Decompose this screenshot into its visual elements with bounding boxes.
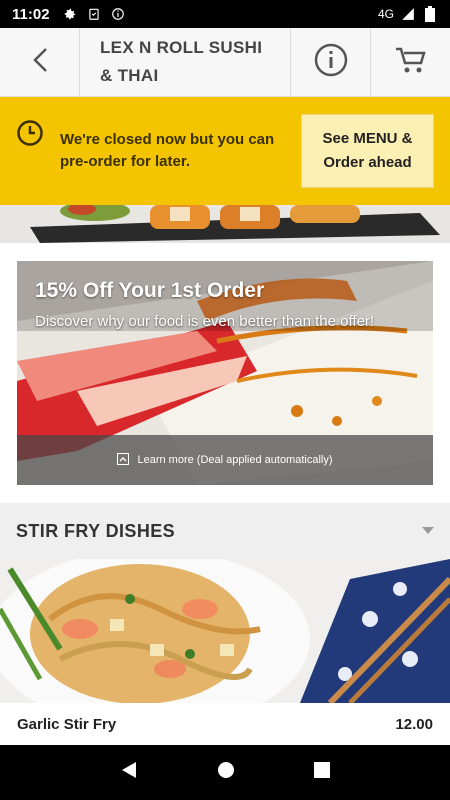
menu-item-name: Garlic Stir Fry [17,715,117,733]
info-icon [110,6,126,22]
promo-footer-text: Learn more (Deal applied automatically) [137,454,333,466]
restaurant-title: LEX N ROLL SUSHI & THAI [100,38,263,85]
app-header: LEX N ROLL SUSHI & THAI [0,28,450,97]
back-button[interactable] [0,28,80,96]
promo-subtitle: Discover why our food is even better tha… [35,313,375,330]
promo-learn-more[interactable]: Learn more (Deal applied automatically) [17,435,433,485]
see-menu-order-ahead-button[interactable]: See MENU & Order ahead [301,114,434,188]
nav-home-icon[interactable] [217,761,235,784]
closed-banner: We're closed now but you can pre-order f… [0,97,450,205]
back-icon [31,46,49,79]
clipboard-check-icon [86,6,102,22]
category-title: STIR FRY DISHES [16,520,176,541]
promo-section: 15% Off Your 1st Order Discover why our … [0,243,450,503]
system-nav-bar [0,745,450,800]
info-button[interactable] [290,28,370,96]
gear-icon [62,6,78,22]
nav-recents-icon[interactable] [314,762,331,783]
info-icon [314,43,348,82]
expand-icon [117,452,130,468]
chevron-down-icon [422,522,434,540]
closed-message: We're closed now but you can pre-order f… [60,131,275,170]
dish-image[interactable] [0,559,450,703]
nav-back-icon[interactable] [120,761,138,784]
network-label: 4G [377,7,394,21]
menu-item-price: 12.00 [395,715,433,733]
battery-icon [422,6,438,22]
cart-icon [395,45,427,80]
status-bar: 11:02 4G [0,0,450,28]
clock-icon [16,119,44,147]
status-time: 11:02 [12,5,50,23]
hero-image [0,205,450,243]
promo-title: 15% Off Your 1st Order [35,279,265,302]
menu-item[interactable]: Garlic Stir Fry 12.00 [0,703,450,745]
cart-button[interactable] [370,28,450,96]
category-header[interactable]: STIR FRY DISHES [0,503,450,559]
signal-icon [400,6,416,22]
promo-card[interactable]: 15% Off Your 1st Order Discover why our … [17,261,433,485]
